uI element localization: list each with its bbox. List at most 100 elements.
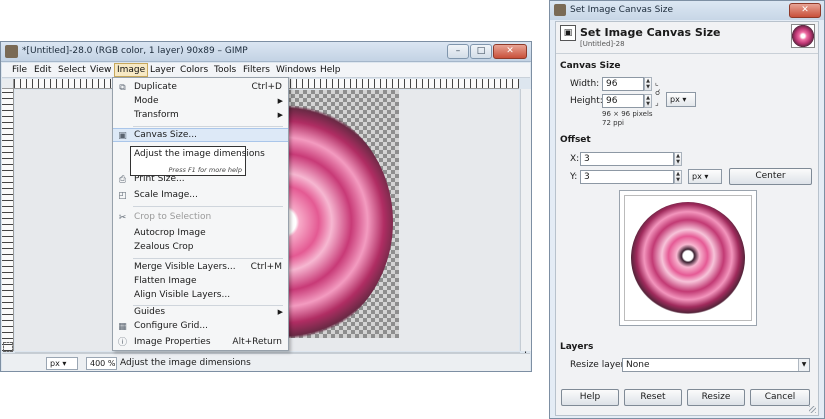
canvas-size-icon: ▣	[118, 131, 127, 141]
resize-layers-select[interactable]: None ▼	[622, 358, 810, 372]
menu-item-mode[interactable]: Mode ▶	[113, 95, 288, 109]
tooltip-text: Adjust the image dimensions	[134, 149, 265, 159]
menu-layer[interactable]: Layer	[150, 65, 175, 75]
gimp-window-title: *[Untitled]-28.0 (RGB color, 1 layer) 90…	[22, 46, 248, 56]
center-button[interactable]: Center	[729, 168, 812, 185]
size-info-ppi: 72 ppi	[602, 119, 624, 127]
offset-x-input[interactable]: 3	[580, 152, 674, 166]
x-label: X:	[570, 154, 580, 164]
chevron-down-icon: ▾	[682, 95, 687, 104]
preview-rose-image	[631, 202, 745, 314]
offset-unit-value: px	[692, 172, 702, 181]
header-divider	[556, 53, 818, 54]
minimize-button[interactable]: –	[447, 44, 469, 59]
submenu-arrow-icon: ▶	[277, 111, 283, 119]
cancel-button[interactable]: Cancel	[750, 389, 810, 406]
height-input[interactable]: 96	[602, 94, 644, 108]
print-size-icon: ⎙	[118, 175, 127, 185]
size-unit-value: px	[670, 95, 680, 104]
size-info-pixels: 96 × 96 pixels	[602, 110, 653, 118]
canvas-size-dialog: Set Image Canvas Size ✕ ▣ Set Image Canv…	[549, 0, 825, 419]
menu-item-accel: Ctrl+M	[250, 262, 282, 272]
chevron-down-icon: ▼	[798, 359, 809, 371]
resize-button[interactable]: Resize	[687, 389, 745, 406]
menu-item-transform[interactable]: Transform ▶	[113, 109, 288, 123]
chain-link-icon[interactable]: ⌞ ☌ ⌟	[655, 78, 661, 108]
offset-y-spinner[interactable]: ▲ ▼	[674, 170, 682, 184]
dialog-app-icon	[554, 4, 566, 16]
dialog-header-subtitle: [Untitled]-28	[580, 40, 625, 48]
help-button[interactable]: Help	[561, 389, 619, 406]
zoom-value: 400 %	[90, 359, 116, 368]
maximize-button[interactable]: □	[470, 44, 492, 59]
menu-edit[interactable]: Edit	[34, 65, 51, 75]
ruler-corner[interactable]	[2, 79, 14, 89]
menu-item-align-visible-layers[interactable]: Align Visible Layers...	[113, 289, 288, 303]
chevron-down-icon: ▾	[62, 359, 67, 368]
menu-filters[interactable]: Filters	[243, 65, 270, 75]
zoom-select[interactable]: 400 %	[86, 357, 117, 370]
width-input[interactable]: 96	[602, 77, 644, 91]
image-thumbnail	[791, 24, 815, 48]
menu-item-label: Mode	[134, 96, 159, 106]
size-unit-select[interactable]: px ▾	[666, 92, 696, 107]
menu-item-flatten-image[interactable]: Flatten Image	[113, 275, 288, 289]
dialog-header-title: Set Image Canvas Size	[580, 26, 721, 39]
image-menu: ⧉ Duplicate Ctrl+D Mode ▶ Transform ▶ ▣ …	[112, 77, 289, 351]
menu-item-merge-visible-layers[interactable]: Merge Visible Layers... Ctrl+M	[113, 261, 288, 275]
unit-select[interactable]: px ▾	[46, 357, 78, 370]
menu-item-label: Guides	[134, 307, 166, 317]
menu-item-label: Crop to Selection	[134, 212, 212, 222]
offset-x-spinner[interactable]: ▲ ▼	[674, 152, 682, 166]
vertical-scrollbar[interactable]	[520, 89, 531, 351]
menu-tools[interactable]: Tools	[214, 65, 236, 75]
resize-grip[interactable]	[809, 406, 816, 413]
menu-select[interactable]: Select	[58, 65, 86, 75]
menu-view[interactable]: View	[90, 65, 111, 75]
menu-item-label: Configure Grid...	[134, 321, 208, 331]
grid-icon: ▦	[118, 322, 127, 332]
preview-canvas	[624, 195, 752, 321]
menu-item-duplicate[interactable]: ⧉ Duplicate Ctrl+D	[113, 81, 288, 95]
y-label: Y:	[570, 172, 578, 182]
menu-item-accel: Alt+Return	[232, 337, 282, 347]
info-icon: ⓘ	[117, 338, 127, 348]
menu-item-label: Transform	[134, 110, 179, 120]
image-canvas[interactable]	[283, 90, 399, 338]
menu-item-configure-grid[interactable]: ▦ Configure Grid...	[113, 320, 288, 334]
offset-unit-select[interactable]: px ▾	[688, 169, 722, 184]
gimp-titlebar: *[Untitled]-28.0 (RGB color, 1 layer) 90…	[1, 42, 531, 62]
menu-item-label: Flatten Image	[134, 276, 197, 286]
dialog-close-button[interactable]: ✕	[789, 3, 821, 18]
menu-file[interactable]: File	[12, 65, 27, 75]
menu-colors[interactable]: Colors	[180, 65, 208, 75]
menu-item-zealous-crop[interactable]: Zealous Crop	[113, 241, 288, 255]
tooltip-hint: Press F1 for more help	[168, 166, 242, 174]
menu-item-autocrop-image[interactable]: Autocrop Image	[113, 227, 288, 241]
menu-item-label: Duplicate	[134, 82, 177, 92]
submenu-arrow-icon: ▶	[277, 308, 283, 316]
quick-mask-icon[interactable]	[3, 342, 13, 352]
menu-item-canvas-size[interactable]: ▣ Canvas Size...	[113, 128, 288, 142]
menu-item-scale-image[interactable]: ◰ Scale Image...	[113, 189, 288, 203]
offset-y-input[interactable]: 3	[580, 170, 674, 184]
menu-item-accel: Ctrl+D	[251, 82, 283, 92]
menu-image[interactable]: Image	[114, 63, 149, 77]
rose-image	[283, 102, 393, 338]
dialog-window-title: Set Image Canvas Size	[570, 5, 674, 15]
reset-button[interactable]: Reset	[624, 389, 682, 406]
menu-help[interactable]: Help	[320, 65, 341, 75]
menu-separator	[133, 258, 283, 259]
width-spinner[interactable]: ▲ ▼	[644, 77, 652, 91]
vertical-ruler[interactable]	[2, 89, 14, 351]
menu-item-guides[interactable]: Guides ▶	[113, 306, 288, 320]
canvas-size-section-label: Canvas Size	[560, 61, 621, 71]
menu-separator	[133, 206, 283, 207]
menu-item-crop-to-selection[interactable]: ✂ Crop to Selection	[113, 211, 288, 225]
height-spinner[interactable]: ▲ ▼	[644, 94, 652, 108]
menu-windows[interactable]: Windows	[276, 65, 316, 75]
close-button[interactable]: ✕	[493, 44, 527, 59]
offset-preview[interactable]	[619, 190, 757, 326]
menu-item-image-properties[interactable]: ⓘ Image Properties Alt+Return	[113, 336, 288, 350]
width-label: Width:	[570, 79, 600, 89]
